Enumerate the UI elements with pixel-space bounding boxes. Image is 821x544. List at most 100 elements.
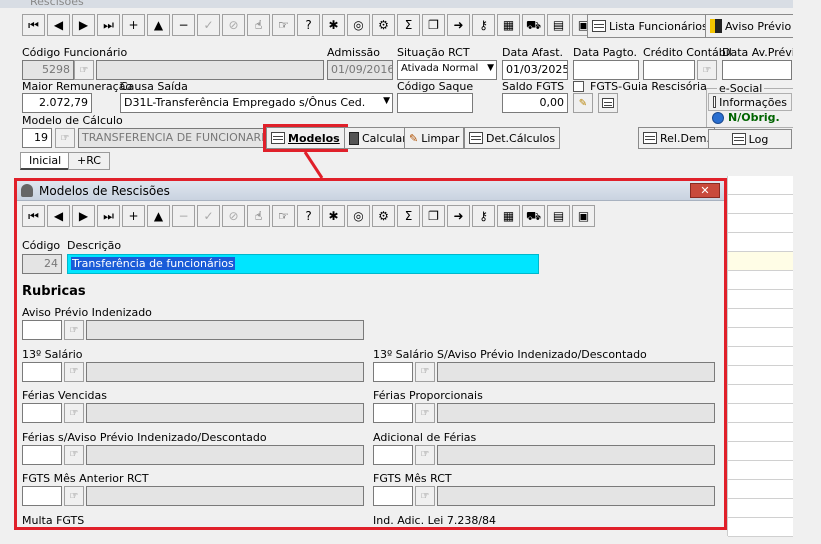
user-icon <box>21 184 33 197</box>
rubrica-code-field[interactable] <box>373 403 413 423</box>
close-icon[interactable]: ✕ <box>690 183 720 198</box>
grid-row <box>728 385 793 404</box>
rubrica-label: FGTS Mês RCT <box>373 472 452 485</box>
check-icon[interactable]: ✓ <box>197 205 220 227</box>
grid-row <box>728 480 793 499</box>
rubrica-code-field[interactable] <box>373 444 413 465</box>
rubrica-code-field[interactable] <box>22 320 62 340</box>
calendar-icon[interactable]: ▤ <box>547 205 570 227</box>
first-icon[interactable]: ⏮ <box>22 205 45 227</box>
rubrica-code-field[interactable] <box>373 486 413 506</box>
rubrica-code-field[interactable] <box>22 486 62 506</box>
grid-row <box>728 347 793 366</box>
rubrica-pick-icon[interactable]: ☞ <box>64 444 84 465</box>
bug-icon[interactable]: ✱ <box>322 205 345 227</box>
sigma-icon[interactable]: Σ <box>397 205 420 227</box>
rubrica-name-field <box>437 486 715 506</box>
grid-row <box>728 442 793 461</box>
grid-row <box>728 214 793 233</box>
rubrica-name-field <box>86 320 364 340</box>
car-icon[interactable]: ⛟ <box>522 205 545 227</box>
exit-icon[interactable]: ➜ <box>447 205 470 227</box>
print-icon[interactable]: ▦ <box>497 205 520 227</box>
rubrica-pick-icon[interactable]: ☞ <box>415 403 435 423</box>
next-icon[interactable]: ▶ <box>72 205 95 227</box>
grid-row <box>728 461 793 480</box>
dialog-codigo-field[interactable]: 24 <box>22 254 62 274</box>
grid-row <box>728 176 793 195</box>
rubrica-code-field[interactable] <box>22 361 62 382</box>
rubrica-label: FGTS Mês Anterior RCT <box>22 472 149 485</box>
rubrica-name-field <box>86 444 364 465</box>
grid-row <box>728 233 793 252</box>
modelos-rescisoes-dialog: Modelos de Rescisões ✕ ⏮ ◀ ▶ ⏭ + ▲ − ✓ ⊘ ☝ ☞? ✱ ◎ ⚙ Σ ❐… <box>14 178 727 530</box>
target-icon[interactable]: ◎ <box>347 205 370 227</box>
rubrica-code-field[interactable] <box>373 361 413 382</box>
rubrica-label: Multa FGTS <box>22 513 85 527</box>
rubricas-heading: Rubricas <box>22 284 86 299</box>
rubrica-label: Ind. Adic. Lei 7.238/84 <box>373 513 497 527</box>
rubrica-name-field <box>86 361 364 382</box>
rubrica-label: Férias Vencidas <box>22 389 108 402</box>
grid-row <box>728 309 793 328</box>
grid-row <box>728 518 793 537</box>
tools-icon[interactable]: ⚙ <box>372 205 395 227</box>
rubrica-code-field[interactable] <box>22 403 62 423</box>
rubrica-pick-icon[interactable]: ☞ <box>64 528 84 531</box>
rubrica-pick-icon[interactable]: ☞ <box>64 320 84 340</box>
dialog-codigo-label: Código <box>22 239 61 252</box>
rubrica-label: 13º Salário S/Aviso Prévio Indenizado/De… <box>373 347 647 361</box>
rubrica-pick-icon[interactable]: ☞ <box>64 486 84 506</box>
remove-icon[interactable]: − <box>172 205 195 227</box>
grid-row <box>728 499 793 518</box>
rubrica-code-field[interactable] <box>22 444 62 465</box>
rubrica-pick-icon[interactable]: ☞ <box>415 444 435 465</box>
last-icon[interactable]: ⏭ <box>97 205 120 227</box>
pointer-icon[interactable]: ☞ <box>272 205 295 227</box>
rubrica-name-field <box>437 444 715 465</box>
grid-row <box>728 195 793 214</box>
rubrica-name-field <box>437 528 715 531</box>
grid-row <box>728 423 793 442</box>
dialog-descricao-label: Descrição <box>67 239 122 252</box>
rubrica-pick-icon[interactable]: ☞ <box>64 361 84 382</box>
dialog-toolbar: ⏮ ◀ ▶ ⏭ + ▲ − ✓ ⊘ ☝ ☞? ✱ ◎ ⚙ Σ ❐ ➜ ⚷ ▦ ⛟ ▤ ▣ <box>22 205 595 227</box>
grid-row <box>728 366 793 385</box>
rubrica-label: 13º Salário <box>22 347 83 361</box>
grid-row <box>728 271 793 290</box>
rubrica-code-field[interactable] <box>373 528 413 531</box>
grid-row <box>728 328 793 347</box>
rubrica-pick-icon[interactable]: ☞ <box>64 403 84 423</box>
background-grid <box>727 176 793 537</box>
rubrica-name-field <box>86 528 364 531</box>
hand-icon[interactable]: ☝ <box>247 205 270 227</box>
help-icon[interactable]: ? <box>297 205 320 227</box>
key-icon[interactable]: ⚷ <box>472 205 495 227</box>
rubrica-pick-icon[interactable]: ☞ <box>415 528 435 531</box>
rubrica-name-field <box>86 486 364 506</box>
dialog-title: Modelos de Rescisões <box>39 184 170 198</box>
add-icon[interactable]: + <box>122 205 145 227</box>
rubrica-pick-icon[interactable]: ☞ <box>415 361 435 382</box>
square-icon[interactable]: ▣ <box>572 205 595 227</box>
rubrica-label: Férias Proporcionais <box>373 389 483 402</box>
up-icon[interactable]: ▲ <box>147 205 170 227</box>
rubrica-code-field[interactable] <box>22 528 62 531</box>
rubrica-name-field <box>437 361 715 382</box>
rubrica-label: Férias s/Aviso Prévio Indenizado/Descont… <box>22 430 267 444</box>
dialog-descricao-field[interactable]: Transferência de funcionários <box>67 254 539 274</box>
prev-icon[interactable]: ◀ <box>47 205 70 227</box>
rubrica-name-field <box>86 403 364 423</box>
rubrica-pick-icon[interactable]: ☞ <box>415 486 435 506</box>
copy-icon[interactable]: ❐ <box>422 205 445 227</box>
grid-row <box>728 404 793 423</box>
grid-row <box>728 252 793 271</box>
rubrica-name-field <box>437 403 715 423</box>
cancel-icon[interactable]: ⊘ <box>222 205 245 227</box>
rubrica-label: Aviso Prévio Indenizado <box>22 306 152 319</box>
grid-row <box>728 290 793 309</box>
dialog-descricao-value: Transferência de funcionários <box>71 257 235 270</box>
callout-line <box>303 151 324 179</box>
dialog-titlebar: Modelos de Rescisões ✕ <box>17 181 724 201</box>
rubrica-label: Adicional de Férias <box>373 430 477 444</box>
